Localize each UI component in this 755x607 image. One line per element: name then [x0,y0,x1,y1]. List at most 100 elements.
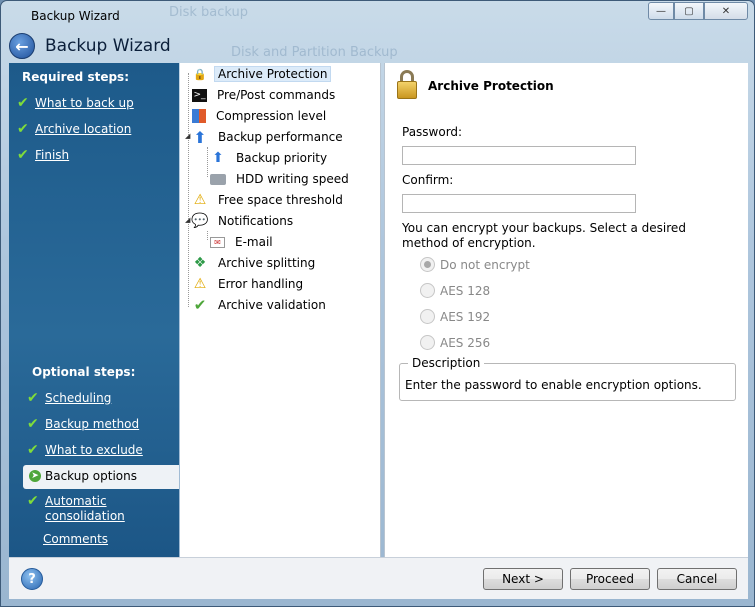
tree-item-notifications[interactable]: 💬 Notifications [191,211,297,231]
proceed-button[interactable]: Proceed [570,568,650,590]
tree-item-compression-level[interactable]: Compression level [192,106,330,126]
encryption-explanation: You can encrypt your backups. Select a d… [402,221,686,250]
collapse-arrow-icon[interactable]: ◢ [185,132,190,140]
steps-panel: Required steps: ✔ What to back up ✔ Arch… [9,63,179,557]
step-label: Comments [43,532,109,546]
minimize-button[interactable]: — [648,2,674,20]
description-legend: Description [408,356,485,370]
confirm-password-field[interactable] [402,194,636,213]
window-controls: — ▢ ✕ [648,2,748,20]
collapse-arrow-icon[interactable]: ◢ [185,216,190,224]
description-text: Enter the password to enable encryption … [405,378,702,392]
step-backup-options[interactable]: ➤ Backup options [23,465,179,489]
step-label: Finish [35,148,70,162]
confirm-label: Confirm: [402,173,454,187]
split-icon: ❖ [193,255,207,271]
radio-icon [420,309,435,324]
tree-item-archive-protection[interactable]: 🔒 Archive Protection [192,64,332,84]
tree-item-error-handling[interactable]: ⚠ Error handling [192,274,307,294]
radio-do-not-encrypt[interactable]: Do not encrypt [420,257,530,272]
tree-line [207,231,208,240]
proceed-button-label: Proceed [585,572,635,586]
options-tree: 🔒 Archive Protection >_ Pre/Post command… [180,63,381,557]
step-label: What to exclude [45,443,143,457]
maximize-button[interactable]: ▢ [674,2,704,20]
panel-title: Archive Protection [428,79,554,93]
arrow-up-icon: ⬆ [193,127,207,147]
back-button[interactable]: ← [9,33,35,59]
radio-label: Do not encrypt [440,257,530,272]
lock-icon: 🔒 [193,67,207,81]
tree-item-e-mail[interactable]: ✉ E-mail [210,232,277,252]
tree-item-label: Notifications [218,214,294,228]
radio-aes-256[interactable]: AES 256 [420,335,490,350]
tree-item-backup-performance[interactable]: ⬆ Backup performance [192,127,347,147]
check-icon: ✔ [17,147,29,163]
cancel-button-label: Cancel [676,572,718,586]
step-label: Scheduling [45,391,112,405]
tree-item-pre-post-commands[interactable]: >_ Pre/Post commands [192,85,339,105]
window-frame: Backup Wizard Disk backup — ▢ ✕ Disk and… [0,0,755,607]
step-label: Backup method [45,417,140,431]
description-groupbox: Description Enter the password to enable… [399,356,736,401]
tree-item-hdd-writing-speed[interactable]: HDD writing speed [210,169,353,189]
check-icon: ✔ [17,95,29,111]
radio-label: AES 192 [440,309,491,324]
step-automatic-consolidation[interactable]: ✔ Automatic consolidation [27,494,155,524]
title-bar: Backup Wizard Disk backup — ▢ ✕ [1,1,754,31]
radio-aes-192[interactable]: AES 192 [420,309,490,324]
hdd-icon [210,173,226,185]
step-backup-method[interactable]: ✔ Backup method [27,417,139,432]
window-title: Backup Wizard [31,9,120,23]
wizard-title: Backup Wizard [45,36,171,56]
tree-line [188,73,189,307]
check-icon: ✔ [27,493,39,509]
radio-icon [420,335,435,350]
step-label: What to back up [35,96,134,110]
step-what-to-back-up[interactable]: ✔ What to back up [17,96,134,111]
tree-line [207,147,208,177]
step-what-to-exclude[interactable]: ✔ What to exclude [27,443,143,458]
footer-bar: ? Next > Proceed Cancel [9,557,748,599]
tree-item-label: Backup performance [218,130,343,144]
maximize-icon: ▢ [684,5,694,17]
tree-item-free-space-threshold[interactable]: ⚠ Free space threshold [192,190,347,210]
tree-item-backup-priority[interactable]: ⬆ Backup priority [210,148,331,168]
step-scheduling[interactable]: ✔ Scheduling [27,391,111,406]
tree-item-label: Pre/Post commands [217,88,336,102]
radio-aes-128[interactable]: AES 128 [420,283,490,298]
tree-item-label: Backup priority [236,151,328,165]
step-finish[interactable]: ✔ Finish [17,148,69,163]
check-icon: ✔ [17,121,29,137]
password-label: Password: [402,125,463,139]
tree-item-label: Archive Protection [214,66,332,82]
password-field[interactable] [402,146,636,165]
tree-item-label: HDD writing speed [236,172,349,186]
tree-item-label: Free space threshold [218,193,343,207]
background-window-title: Disk backup [169,5,249,20]
help-button[interactable]: ? [21,568,43,590]
step-label: Backup options [45,469,137,483]
wizard-header: ← Backup Wizard [9,31,171,61]
radio-icon [420,283,435,298]
step-comments[interactable]: Comments [43,532,108,547]
next-button[interactable]: Next > [483,568,563,590]
compression-icon [192,109,206,123]
tree-item-label: E-mail [235,235,273,249]
tree-item-label: Compression level [216,109,327,123]
tree-item-archive-splitting[interactable]: ❖ Archive splitting [192,253,319,273]
check-icon: ✔ [27,442,39,458]
radio-label: AES 128 [440,283,491,298]
lock-icon [397,70,417,100]
back-arrow-icon: ← [15,36,29,56]
tree-item-label: Archive validation [218,298,326,312]
tree-item-archive-validation[interactable]: ✔ Archive validation [192,295,330,315]
priority-icon: ⬆ [212,150,224,166]
current-step-arrow-icon: ➤ [29,470,41,482]
background-window-subtitle: Disk and Partition Backup [231,45,398,60]
step-archive-location[interactable]: ✔ Archive location [17,122,131,137]
close-button[interactable]: ✕ [704,2,748,20]
cancel-button[interactable]: Cancel [657,568,737,590]
terminal-icon: >_ [192,88,207,102]
warning-icon: ⚠ [193,276,207,292]
